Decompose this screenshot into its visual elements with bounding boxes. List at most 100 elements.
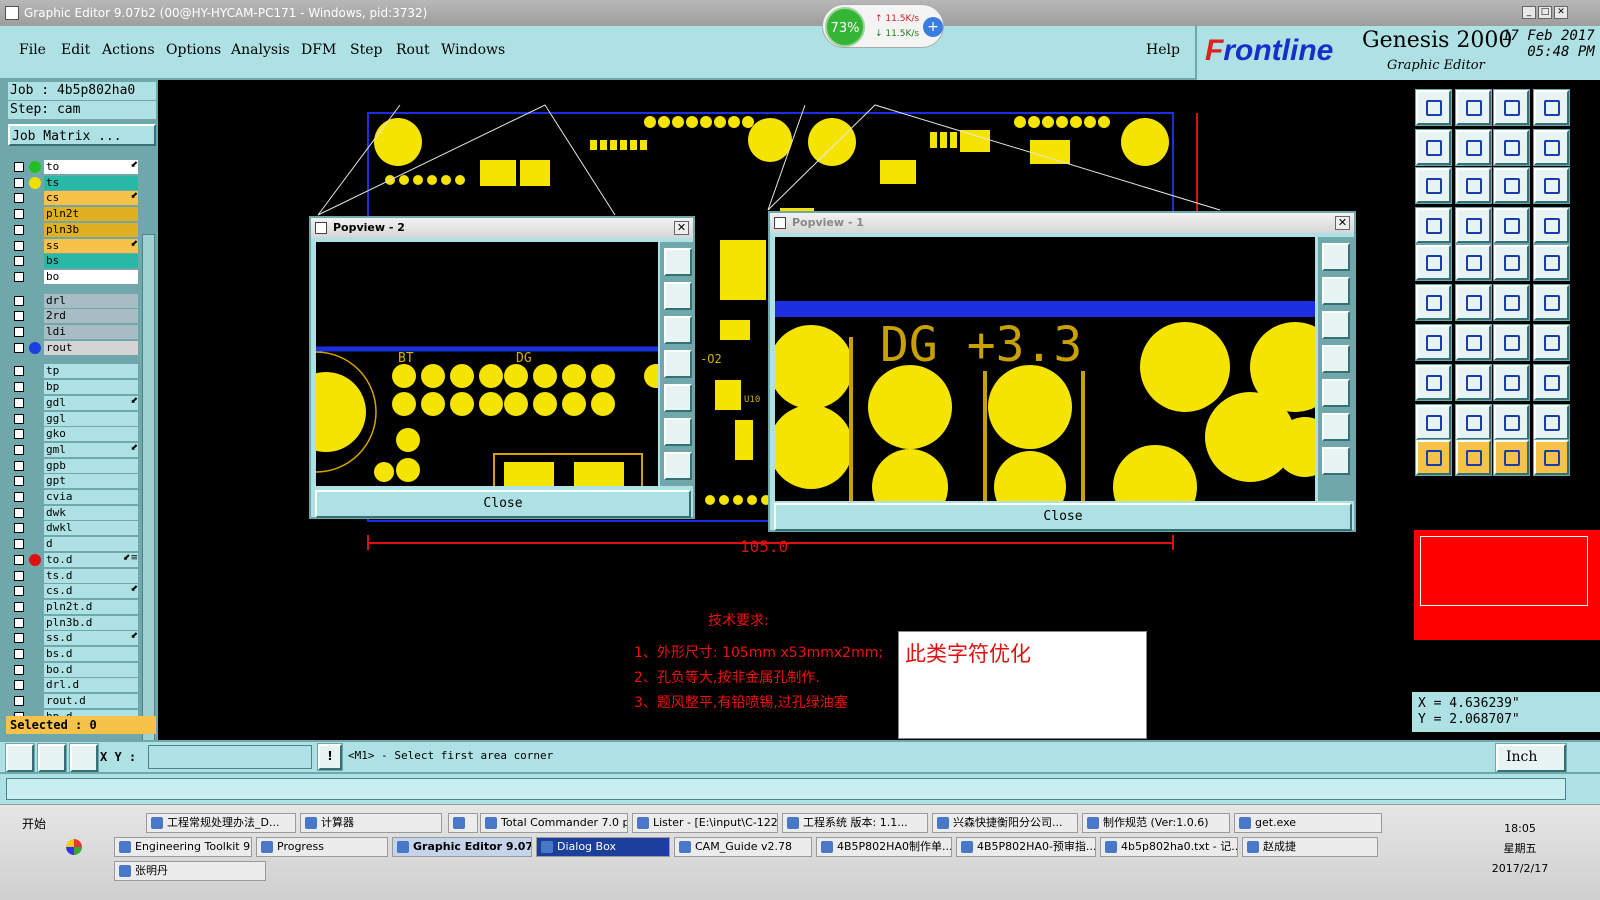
- extend-tool-icon[interactable]: [1534, 285, 1569, 320]
- layer-row-2rd[interactable]: 2rd: [12, 309, 144, 324]
- popview-2-window[interactable]: Popview - 2 ✕ BT DG Close: [309, 216, 695, 519]
- taskbar-button[interactable]: Graphic Editor 9.07...: [392, 837, 532, 857]
- layer-row-drl[interactable]: drl: [12, 293, 144, 309]
- layer-row-cs-d[interactable]: cs.d ⬋: [12, 584, 144, 599]
- layer-checkbox[interactable]: [14, 162, 24, 172]
- menu-dfm[interactable]: DFM: [301, 42, 336, 58]
- zoom-fit-tool-icon[interactable]: [1534, 90, 1569, 125]
- layer-row-rout-d[interactable]: rout.d: [12, 694, 144, 709]
- layer-checkbox[interactable]: [14, 295, 24, 306]
- pv1side-pan-icon[interactable]: [1322, 447, 1350, 475]
- layer-row-pln3b-d[interactable]: pln3b.d: [12, 615, 144, 631]
- home-tool-icon[interactable]: [1416, 90, 1451, 125]
- taskbar-button[interactable]: 工程常规处理办法_D...: [146, 813, 296, 833]
- minimize-button[interactable]: _: [1522, 6, 1536, 19]
- layer-row-ts-d[interactable]: ts.d: [12, 568, 144, 584]
- layer-row-ldi[interactable]: ldi: [12, 325, 144, 340]
- layer-checkbox[interactable]: [14, 617, 24, 628]
- popview-2-close-x[interactable]: ✕: [674, 221, 689, 235]
- layer-row-pln2t-d[interactable]: pln2t.d: [12, 599, 144, 615]
- info-button[interactable]: !: [318, 744, 342, 770]
- popview-1-close-x[interactable]: ✕: [1335, 216, 1350, 230]
- layer-checkbox[interactable]: [14, 177, 24, 188]
- menu-rout[interactable]: Rout: [396, 42, 430, 58]
- menu-help[interactable]: Help: [1146, 42, 1180, 58]
- layer-checkbox[interactable]: [14, 554, 24, 565]
- layer-row-dwkl[interactable]: dwkl: [12, 521, 144, 536]
- layer-checkbox[interactable]: [14, 586, 24, 597]
- layer-checkbox[interactable]: [14, 256, 24, 267]
- layer-row-ggl[interactable]: ggl: [12, 411, 144, 427]
- pv2side-pan-icon[interactable]: [664, 452, 692, 480]
- popview-1-close-button[interactable]: Close: [774, 503, 1352, 531]
- arrow-tool-icon[interactable]: [1456, 325, 1491, 360]
- layer-row-bp[interactable]: bp: [12, 380, 144, 395]
- menu-analysis[interactable]: Analysis: [231, 42, 290, 58]
- popview-1-window[interactable]: Popview - 1 ✕ DG +3.3 Close: [768, 211, 1356, 532]
- menu-file[interactable]: File: [19, 42, 46, 58]
- layer-checkbox[interactable]: [14, 382, 24, 393]
- layer-checkbox[interactable]: [14, 413, 24, 424]
- text-c-tool-icon[interactable]: [1494, 405, 1529, 440]
- ruler-tool-icon[interactable]: [1494, 245, 1529, 280]
- taskbar-button[interactable]: 工程系统 版本: 1.1...: [782, 813, 928, 833]
- layer-checkbox[interactable]: [14, 397, 24, 408]
- copy-tool-icon[interactable]: [1534, 365, 1569, 400]
- start-button[interactable]: 开始: [2, 813, 62, 835]
- taskbar-button[interactable]: Dialog Box: [536, 837, 670, 857]
- layer-checkbox[interactable]: [14, 311, 24, 322]
- draw-tool-icon[interactable]: [1456, 245, 1491, 280]
- taskbar-button[interactable]: 制作规范 (Ver:1.0.6): [1082, 813, 1230, 833]
- taskbar-button[interactable]: 张明丹: [114, 861, 266, 881]
- plus-icon[interactable]: +: [923, 17, 943, 37]
- layer-row-pln2t[interactable]: pln2t: [12, 207, 144, 222]
- taskbar-button[interactable]: Lister - [E:\input\C-122...: [632, 813, 778, 833]
- layer-row-bo[interactable]: bo: [12, 269, 144, 285]
- taskbar-button[interactable]: CAM_Guide v2.78: [674, 837, 812, 857]
- layer-row-gko[interactable]: gko: [12, 427, 144, 442]
- layer-row-pln3b[interactable]: pln3b: [12, 222, 144, 238]
- layer-checkbox[interactable]: [14, 342, 24, 353]
- taskbar-button[interactable]: Engineering Toolkit 9....: [114, 837, 252, 857]
- pointer-3-tool-icon[interactable]: [1494, 440, 1529, 475]
- pv1side-left-icon[interactable]: [1322, 345, 1350, 373]
- windows-orb-icon[interactable]: [66, 839, 82, 855]
- layer-row-d[interactable]: d: [12, 537, 144, 552]
- pointer-2-tool-icon[interactable]: [1456, 440, 1491, 475]
- layer-checkbox[interactable]: [14, 492, 24, 502]
- pv2side-fit-icon[interactable]: [664, 248, 692, 276]
- fence-tool-icon[interactable]: [1534, 325, 1569, 360]
- pv1side-right-icon[interactable]: [1322, 379, 1350, 407]
- menu-step[interactable]: Step: [350, 42, 382, 58]
- pv2side-right-icon[interactable]: [664, 384, 692, 412]
- snapshot-tool-icon[interactable]: [1416, 245, 1451, 280]
- layer-checkbox[interactable]: [14, 271, 24, 282]
- layer-checkbox[interactable]: [14, 601, 24, 612]
- measure-tool-button[interactable]: [38, 744, 66, 772]
- layer-row-ss-d[interactable]: ss.d ⬋: [12, 631, 144, 646]
- layer-checkbox[interactable]: [14, 240, 24, 251]
- layer-checkbox[interactable]: [14, 460, 24, 471]
- taskbar-button[interactable]: 兴森快捷衡阳分公司...: [932, 813, 1078, 833]
- taskbar-button[interactable]: 4B5P802HA0-预审指...: [956, 837, 1096, 857]
- layer-row-bo-d[interactable]: bo.d: [12, 662, 144, 678]
- taskbar-button[interactable]: 4B5P802HA0制作单....: [816, 837, 952, 857]
- text-a-tool-icon[interactable]: [1416, 405, 1451, 440]
- taskbar-button[interactable]: Progress: [256, 837, 388, 857]
- popview-2-canvas[interactable]: BT DG: [316, 242, 658, 486]
- text-d-tool-icon[interactable]: [1534, 405, 1569, 440]
- units-selector[interactable]: Inch: [1496, 744, 1566, 772]
- layer-scrollbar[interactable]: [142, 234, 155, 794]
- taskbar-button[interactable]: [448, 813, 478, 833]
- layer-row-rout[interactable]: rout: [12, 340, 144, 356]
- layer-row-gpt[interactable]: gpt: [12, 474, 144, 489]
- layer-checkbox[interactable]: [14, 664, 24, 675]
- close-window-button[interactable]: ✕: [1554, 6, 1568, 19]
- connect-tool-icon[interactable]: [1494, 285, 1529, 320]
- layer-checkbox[interactable]: [14, 680, 24, 691]
- layer-checkbox[interactable]: [14, 696, 24, 707]
- measure-tool-icon[interactable]: [1456, 365, 1491, 400]
- layer-checkbox[interactable]: [14, 366, 24, 377]
- grid-tool-button[interactable]: [70, 744, 98, 772]
- layer-row-to-d[interactable]: to.d ⬋≡: [12, 552, 144, 568]
